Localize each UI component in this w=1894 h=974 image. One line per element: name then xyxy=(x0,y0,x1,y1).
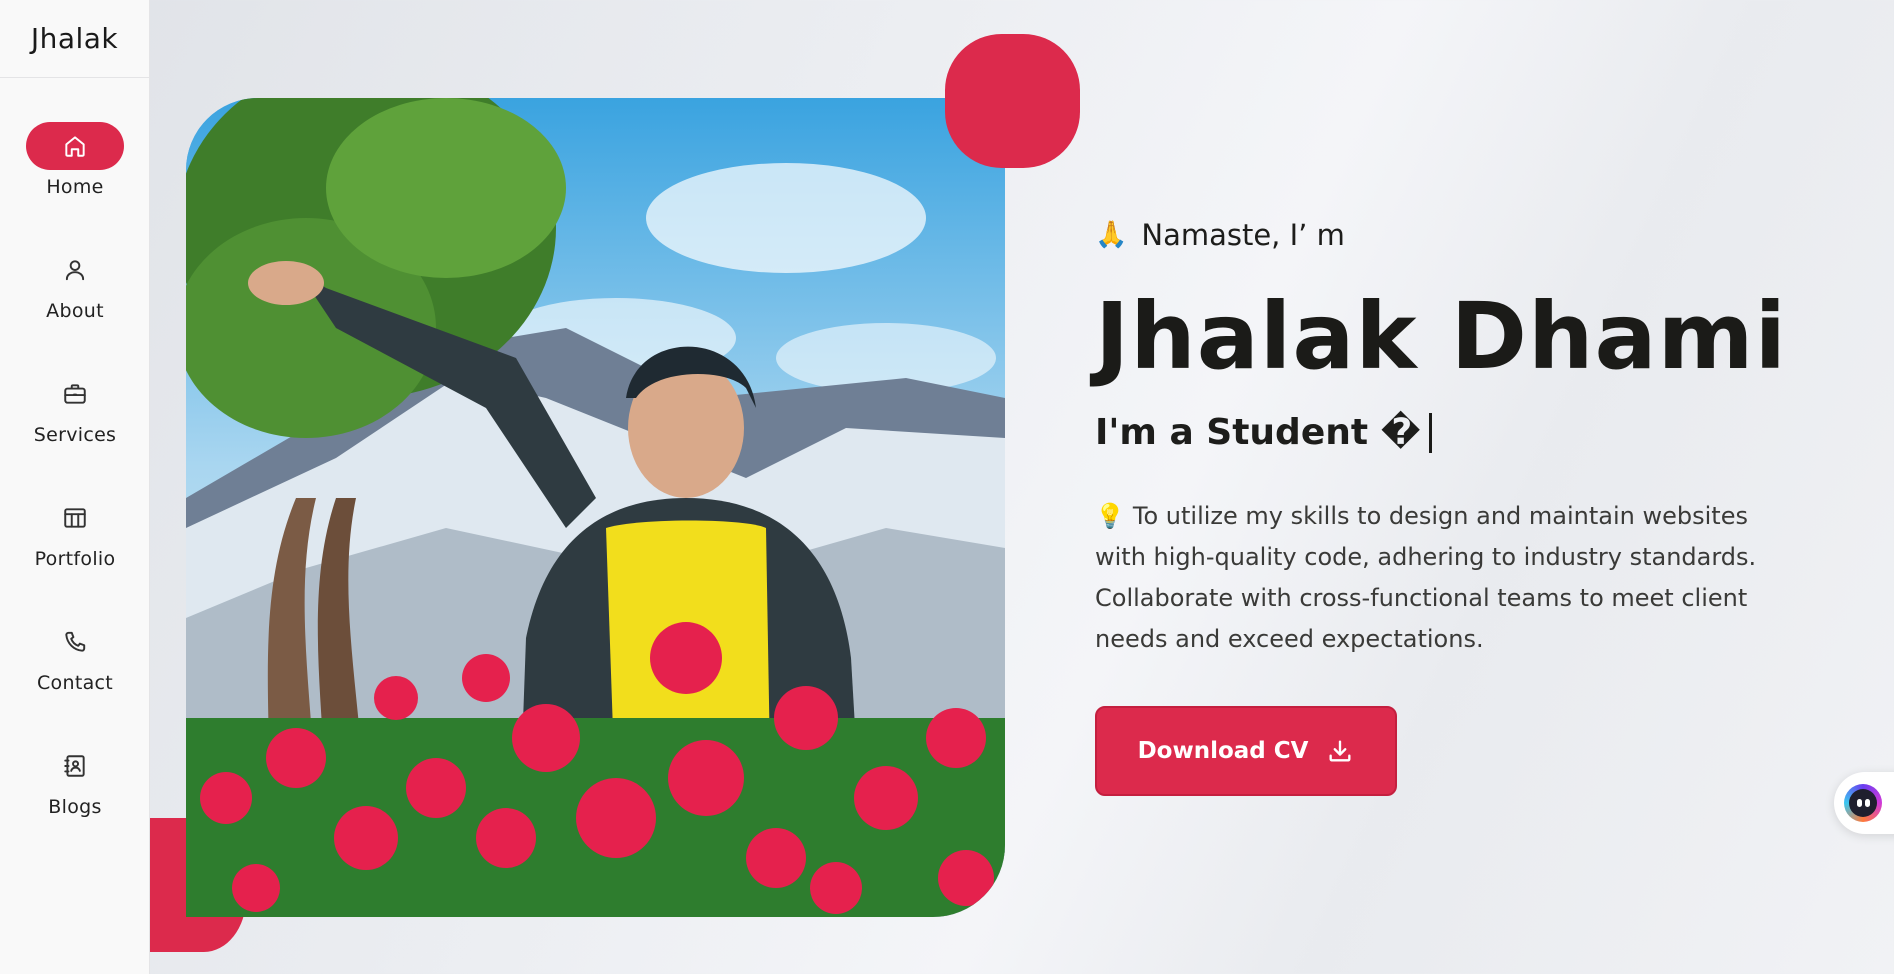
chatbot-widget-button[interactable] xyxy=(1834,772,1894,834)
nav-item-blogs[interactable]: Blogs xyxy=(0,742,150,818)
briefcase-icon xyxy=(26,370,124,418)
nav-label-portfolio: Portfolio xyxy=(34,548,116,570)
brand-logo[interactable]: Jhalak xyxy=(0,0,149,78)
nav-item-home[interactable]: Home xyxy=(0,122,150,198)
typing-role: I'm a Student � xyxy=(1095,412,1432,453)
user-icon xyxy=(26,246,124,294)
description-text: To utilize my skills to design and maint… xyxy=(1095,502,1757,653)
nav-label-services: Services xyxy=(33,424,117,446)
columns-icon xyxy=(26,494,124,542)
role-text: I'm a Student � xyxy=(1095,412,1421,453)
typing-caret xyxy=(1428,412,1432,453)
nav-item-portfolio[interactable]: Portfolio xyxy=(0,494,150,570)
nav-label-home: Home xyxy=(46,176,104,198)
nav-item-services[interactable]: Services xyxy=(0,370,150,446)
decorative-blob-top xyxy=(945,34,1080,168)
greeting-text: Namaste, I’ m xyxy=(1141,218,1345,252)
nav-label-about: About xyxy=(46,300,104,322)
home-icon xyxy=(26,122,124,170)
nav-item-about[interactable]: About xyxy=(0,246,150,322)
hero-description: 💡 To utilize my skills to design and main… xyxy=(1095,496,1775,660)
chatbot-face-icon xyxy=(1844,784,1882,822)
nav-label-blogs: Blogs xyxy=(48,796,102,818)
download-cv-button[interactable]: Download CV xyxy=(1095,706,1397,796)
nav-item-contact[interactable]: Contact xyxy=(0,618,150,694)
sidebar: Jhalak Home About Services Portfolio Con… xyxy=(0,0,150,974)
folded-hands-icon: 🙏 xyxy=(1095,220,1128,250)
hero-name: Jhalak Dhami xyxy=(1095,283,1787,390)
profile-photo xyxy=(186,98,1005,917)
phone-icon xyxy=(26,618,124,666)
download-cv-label: Download CV xyxy=(1137,738,1309,764)
download-icon xyxy=(1329,740,1351,762)
greeting: 🙏 Namaste, I’ m xyxy=(1095,218,1345,252)
nav-label-contact: Contact xyxy=(36,672,114,694)
address-book-icon xyxy=(26,742,124,790)
lightbulb-icon: 💡 xyxy=(1095,502,1125,530)
